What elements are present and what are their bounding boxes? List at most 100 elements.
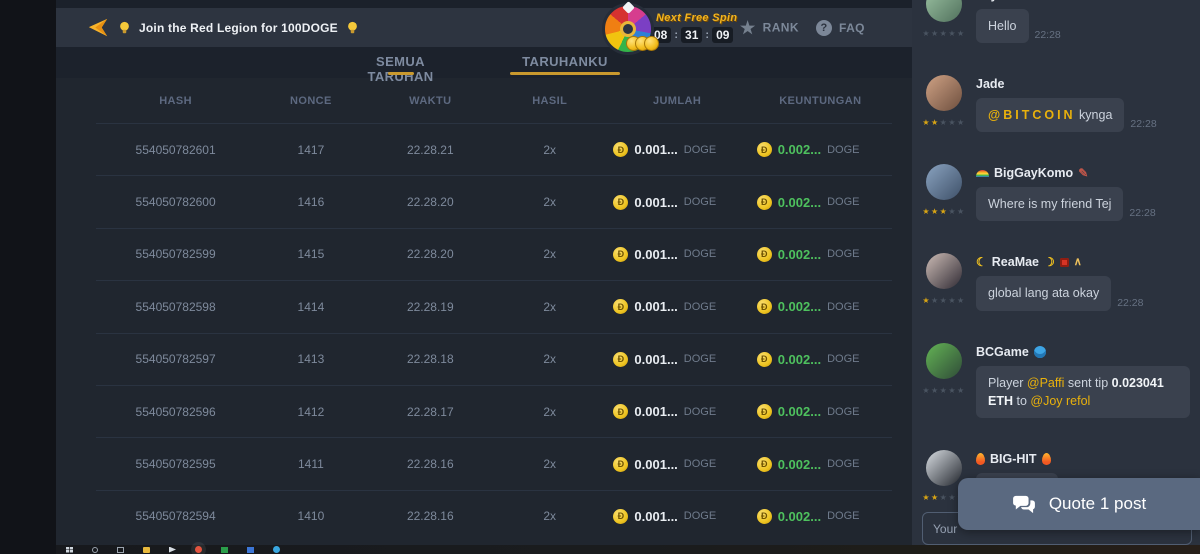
coins-icon (632, 36, 659, 51)
currency-label: DOGE (827, 458, 859, 470)
chat-username[interactable]: ☾ReaMae☽∧ (976, 255, 1190, 269)
screen: Join the Red Legion for 100DOGE Next Fre… (0, 0, 1200, 554)
moon-right-icon: ☽ (1044, 256, 1055, 268)
bet-amount: Ð 0.001... DOGE (605, 509, 748, 524)
robot-icon (1034, 346, 1046, 358)
table-row[interactable]: 554050782596 1412 22.28.17 2x Ð 0.001...… (96, 385, 892, 437)
bet-result: 2x (494, 195, 605, 209)
user-level-stars: ★★★★★ (922, 119, 965, 127)
bulb-icon (119, 21, 130, 35)
quote-post-label: Quote 1 post (1049, 494, 1146, 514)
user-level-stars: ★★★★★ (922, 208, 965, 216)
bet-time: 22.28.21 (367, 143, 494, 157)
table-row[interactable]: 554050782599 1415 22.28.20 2x Ð 0.001...… (96, 228, 892, 280)
search-icon[interactable] (92, 547, 98, 553)
bet-profit: Ð 0.002... DOGE (749, 247, 892, 262)
bet-profit: Ð 0.002... DOGE (749, 142, 892, 157)
windows-start-icon[interactable] (66, 547, 73, 553)
main-content: Join the Red Legion for 100DOGE Next Fre… (56, 0, 912, 545)
next-free-spin[interactable]: Next Free Spin 08 : 31 : 09 (656, 12, 737, 43)
bet-time: 22.28.18 (367, 352, 494, 366)
chat-bubble: global lang ata okay (976, 276, 1111, 310)
chat-bubble: Hello (976, 9, 1029, 43)
rank-star-icon: ★ (740, 19, 756, 36)
column-nonce: NONCE (255, 95, 366, 107)
currency-label: DOGE (684, 196, 716, 208)
chat-username[interactable]: BIG-HIT (976, 452, 1190, 466)
rainbow-icon (976, 170, 989, 177)
chat-bubble: Player @Paffi sent tip 0.023041 ETH to @… (976, 366, 1190, 418)
bet-hash: 554050782598 (96, 300, 255, 314)
chat-username[interactable]: BCGame (976, 345, 1190, 359)
chat-timestamp: 22:28 (1117, 297, 1143, 311)
skype-icon[interactable] (273, 546, 280, 553)
bets-table-body: 554050782601 1417 22.28.21 2x Ð 0.001...… (96, 123, 892, 542)
table-row[interactable]: 554050782598 1414 22.28.19 2x Ð 0.001...… (96, 280, 892, 332)
announcement-text: Join the Red Legion for 100DOGE (139, 21, 338, 35)
bets-tabs: SEMUA TARUHAN TARUHANKU (56, 47, 912, 78)
doge-coin-icon: Ð (757, 352, 772, 367)
launcher-icon[interactable] (169, 547, 176, 553)
bet-result: 2x (494, 509, 605, 523)
tab-semua-taruhan[interactable]: SEMUA TARUHAN (343, 54, 458, 84)
bet-nonce: 1417 (255, 143, 366, 157)
bet-profit: Ð 0.002... DOGE (749, 299, 892, 314)
bet-time: 22.28.17 (367, 405, 494, 419)
avatar[interactable] (926, 343, 962, 379)
avatar[interactable] (926, 450, 962, 486)
bet-hash: 554050782596 (96, 405, 255, 419)
avatar[interactable] (926, 164, 962, 200)
timer-seconds: 09 (712, 27, 733, 43)
top-edge-strip (56, 0, 912, 8)
bet-result: 2x (494, 457, 605, 471)
tab-taruhanku[interactable]: TARUHANKU (520, 54, 610, 69)
bet-profit: Ð 0.002... DOGE (749, 404, 892, 419)
anger-icon (1060, 258, 1069, 267)
app-window-icon[interactable] (247, 547, 254, 553)
chat-timestamp: 22:28 (1130, 118, 1156, 132)
avatar[interactable] (926, 0, 962, 22)
task-view-icon[interactable] (117, 547, 124, 553)
doge-coin-icon: Ð (613, 404, 628, 419)
bet-time: 22.28.16 (367, 457, 494, 471)
wheel-hub (620, 21, 636, 37)
avatar[interactable] (926, 253, 962, 289)
rank-label: RANK (763, 21, 799, 35)
chat-timestamp: 22:28 (1129, 207, 1155, 221)
doge-coin-icon: Ð (757, 142, 772, 157)
bet-result: 2x (494, 352, 605, 366)
bet-hash: 554050782600 (96, 195, 255, 209)
bet-amount: Ð 0.001... DOGE (605, 457, 748, 472)
table-row[interactable]: 554050782595 1411 22.28.16 2x Ð 0.001...… (96, 437, 892, 489)
table-row[interactable]: 554050782600 1416 22.28.20 2x Ð 0.001...… (96, 175, 892, 227)
bet-amount: Ð 0.001... DOGE (605, 247, 748, 262)
avatar[interactable] (926, 75, 962, 111)
chat-username[interactable]: Joy refol (976, 0, 1190, 2)
currency-label: DOGE (684, 144, 716, 156)
bet-hash: 554050782597 (96, 352, 255, 366)
chat-message: ★★★★★☾ReaMae☽∧global lang ata okay22:28 (922, 253, 1190, 310)
faq-button[interactable]: ? FAQ (816, 20, 865, 36)
folder-icon[interactable] (143, 547, 150, 553)
bet-nonce: 1411 (255, 457, 366, 471)
rank-button[interactable]: ★ RANK (740, 19, 799, 36)
doge-coin-icon: Ð (757, 299, 772, 314)
chrome-icon[interactable] (195, 546, 202, 553)
bet-time: 22.28.20 (367, 247, 494, 261)
column-hasil: HASIL (494, 95, 605, 107)
announcement[interactable]: Join the Red Legion for 100DOGE (86, 17, 358, 39)
left-black-strip (0, 0, 56, 554)
doge-coin-icon: Ð (757, 195, 772, 210)
table-row[interactable]: 554050782597 1413 22.28.18 2x Ð 0.001...… (96, 333, 892, 385)
doge-coin-icon: Ð (757, 404, 772, 419)
table-row[interactable]: 554050782594 1410 22.28.16 2x Ð 0.001...… (96, 490, 892, 542)
doge-coin-icon: Ð (613, 195, 628, 210)
chat-username[interactable]: BigGayKomo✎ (976, 166, 1190, 180)
excel-icon[interactable] (221, 547, 228, 553)
chat-bubble: Where is my friend Tej (976, 187, 1123, 221)
bet-nonce: 1415 (255, 247, 366, 261)
quote-post-button[interactable]: Quote 1 post (958, 478, 1200, 530)
chat-messages: ★★★★★Joy refolHello22:28★★★★★Jade@BITCOI… (912, 0, 1200, 510)
table-row[interactable]: 554050782601 1417 22.28.21 2x Ð 0.001...… (96, 123, 892, 175)
chat-username[interactable]: Jade (976, 77, 1190, 91)
